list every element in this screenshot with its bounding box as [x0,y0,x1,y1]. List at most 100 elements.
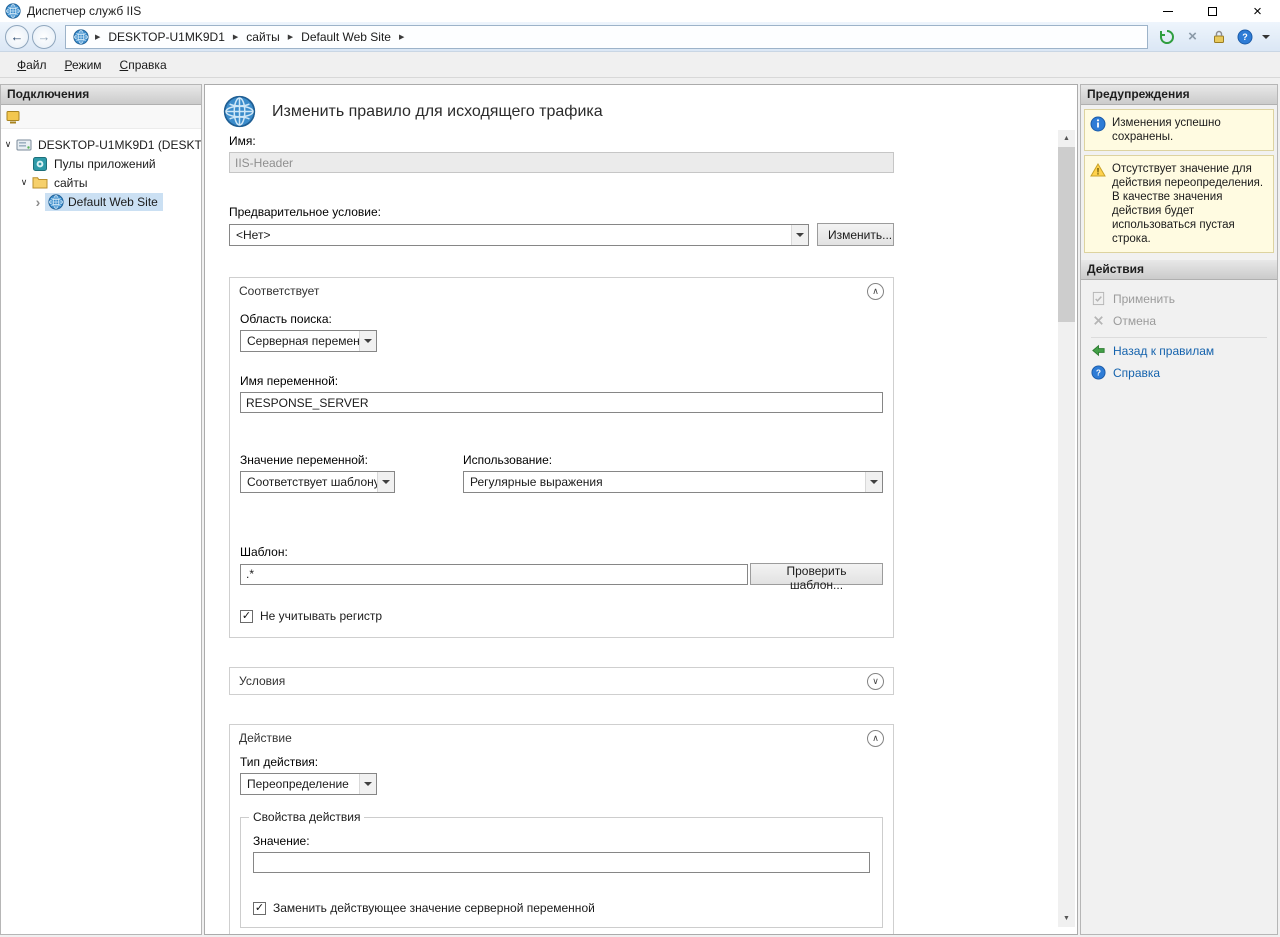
back-to-rules-icon [1091,343,1106,358]
help-icon[interactable]: ? [1236,28,1253,45]
match-section-header[interactable]: Соответствует ∧ [230,278,893,304]
menu-file[interactable]: Файл [8,54,56,76]
dropdown-arrow-icon[interactable] [377,472,394,492]
scope-label: Область поиска: [240,312,883,326]
ignore-case-checkbox[interactable]: ✓ [240,610,253,623]
cancel-button: Отмена [1083,311,1275,330]
tree-item-server-label[interactable]: DESKTOP-U1MK9D1 (DESKTOP [36,137,201,153]
precondition-select[interactable]: <Нет> [229,224,809,246]
match-section-body: Область поиска: Серверная переменн Имя п… [230,304,893,637]
info-alert-text: Изменения успешно сохранены. [1112,116,1268,144]
warning-icon: ! [1090,162,1106,178]
close-button[interactable]: × [1235,0,1280,22]
match-section: Соответствует ∧ Область поиска: Серверна… [229,277,894,638]
breadcrumb-default-web-site[interactable]: Default Web Site [297,28,395,46]
dropdown-arrow-icon[interactable] [359,774,376,794]
maximize-button[interactable] [1190,0,1235,22]
variable-value-value: Соответствует шаблону [241,475,377,489]
menu-help[interactable]: Справка [111,54,176,76]
pattern-input[interactable] [240,564,748,585]
edit-precondition-button[interactable]: Изменить... [817,223,894,246]
collapse-expander-icon[interactable]: ∨ [1,139,15,150]
menu-view[interactable]: Режим [56,54,111,76]
collapse-chevron-icon[interactable]: ∧ [867,730,884,747]
back-to-rules-link[interactable]: Назад к правилам [1083,341,1275,360]
back-arrow-icon: ← [11,29,24,44]
scroll-down-icon[interactable]: ▼ [1058,910,1075,927]
replace-value-checkbox[interactable]: ✓ [253,902,266,915]
tree-item-sites[interactable]: ∨ сайты [1,173,201,192]
menu-bar: Файл Режим Справка [0,52,1280,78]
scope-select[interactable]: Серверная переменн [240,330,377,352]
action-type-select[interactable]: Переопределение [240,773,377,795]
tree-item-app-pools[interactable]: Пулы приложений [1,154,201,173]
navigation-buttons: ← → [5,25,59,49]
name-label: Имя: [229,134,894,148]
crumb-separator-icon: ▶ [229,33,242,41]
actions-header: Действия [1081,260,1277,280]
breadcrumb-server[interactable]: DESKTOP-U1MK9D1 [104,28,228,46]
site-globe-icon [48,194,64,210]
apply-button: Применить [1083,289,1275,308]
scroll-up-icon[interactable]: ▲ [1058,130,1075,147]
dropdown-arrow-icon[interactable] [865,472,882,492]
pattern-label: Шаблон: [240,545,883,559]
replace-value-label[interactable]: Заменить действующее значение серверной … [273,901,595,915]
breadcrumb-sites[interactable]: сайты [242,28,284,46]
tree-item-app-pools-label[interactable]: Пулы приложений [52,156,158,172]
action-value-label: Значение: [253,834,870,848]
using-column: Использование: Регулярные выражения [463,453,883,493]
alerts-header: Предупреждения [1081,85,1277,105]
using-select[interactable]: Регулярные выражения [463,471,883,493]
address-bar: ← → ▶ DESKTOP-U1MK9D1 ▶ сайты ▶ Default … [0,22,1280,52]
cancel-label: Отмена [1113,314,1156,328]
connections-toolbar [1,105,201,129]
scrollbar-thumb[interactable] [1058,147,1075,322]
lock-icon[interactable] [1210,28,1227,45]
help-label[interactable]: Справка [1113,366,1160,380]
tree-item-default-web-site[interactable]: › Default Web Site [1,192,201,211]
apply-icon [1091,291,1106,306]
new-connection-icon[interactable] [5,109,21,125]
tree-item-sites-label[interactable]: сайты [52,175,90,191]
ignore-case-label[interactable]: Не учитывать регистр [260,609,382,623]
restart-icon[interactable] [1158,28,1175,45]
minimize-button[interactable] [1145,0,1190,22]
back-to-rules-label[interactable]: Назад к правилам [1113,344,1214,358]
variable-name-label: Имя переменной: [240,374,883,388]
maximize-icon [1208,7,1217,16]
variable-name-input[interactable] [240,392,883,413]
rule-editor-pane: Изменить правило для исходящего трафика … [204,84,1078,935]
conditions-section-header[interactable]: Условия ∨ [230,668,893,694]
stop-icon[interactable]: × [1184,28,1201,45]
variable-value-select[interactable]: Соответствует шаблону [240,471,395,493]
forward-button[interactable]: → [32,25,56,49]
collapse-expander-icon[interactable]: ∨ [17,177,31,188]
breadcrumb[interactable]: ▶ DESKTOP-U1MK9D1 ▶ сайты ▶ Default Web … [65,25,1148,49]
addressbar-tools: × ? [1158,28,1270,45]
variable-value-column: Значение переменной: Соответствует шабло… [240,453,463,493]
expand-chevron-icon[interactable]: ∨ [867,673,884,690]
dropdown-arrow-icon[interactable] [791,225,808,245]
back-button[interactable]: ← [5,25,29,49]
tree-item-server[interactable]: ∨ DESKTOP-U1MK9D1 (DESKTOP [1,135,201,154]
chevron-down-icon[interactable] [1262,35,1270,43]
vertical-scrollbar[interactable]: ▲ ▼ [1058,130,1075,927]
page-title: Изменить правило для исходящего трафика [272,103,603,121]
tree-item-default-web-site-label[interactable]: Default Web Site [68,195,158,209]
conditions-section-title: Условия [239,674,285,688]
expand-icon[interactable]: › [31,197,45,207]
apply-label: Применить [1113,292,1175,306]
actions-list: Применить Отмена Назад к правилам ? Спра… [1081,280,1277,388]
collapse-chevron-icon[interactable]: ∧ [867,283,884,300]
action-properties-group: Свойства действия Значение: ✓ Заменить д… [240,817,883,928]
help-link[interactable]: ? Справка [1083,363,1275,382]
action-section-header[interactable]: Действие ∧ [230,725,893,751]
selected-tree-item[interactable]: Default Web Site [45,193,163,211]
dropdown-arrow-icon[interactable] [359,331,376,351]
actions-divider [1091,337,1267,338]
svg-text:?: ? [1096,368,1101,378]
test-pattern-button[interactable]: Проверить шаблон... [750,563,883,585]
minimize-icon [1163,11,1173,12]
action-value-input[interactable] [253,852,870,873]
